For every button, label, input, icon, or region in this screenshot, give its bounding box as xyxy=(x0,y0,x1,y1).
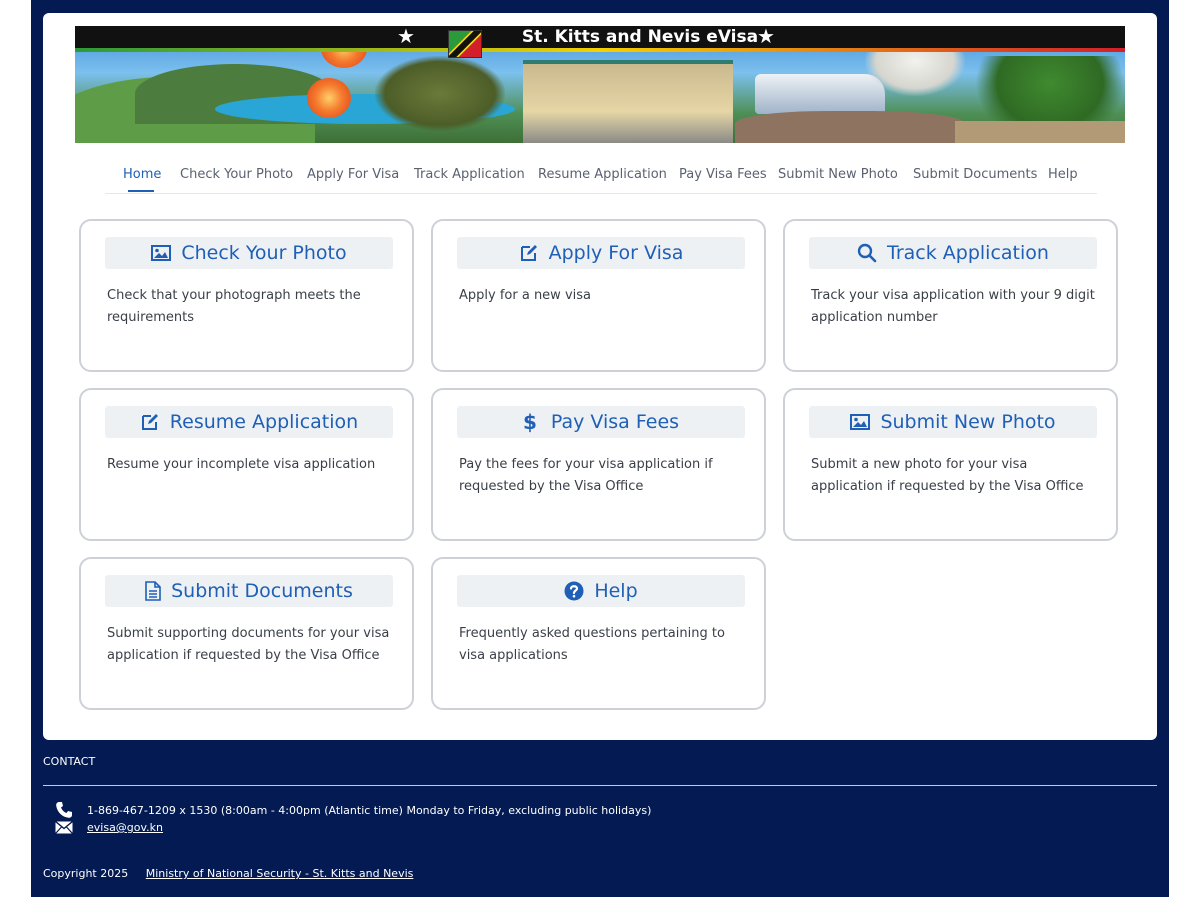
card-description: Submit supporting documents for your vis… xyxy=(107,626,390,663)
banner-rocks xyxy=(735,111,965,143)
card-title-bar[interactable]: $ Pay Visa Fees xyxy=(457,406,745,438)
card-help[interactable]: Help Frequently asked questions pertaini… xyxy=(431,557,766,710)
image-icon xyxy=(151,245,172,261)
contact-heading: CONTACT xyxy=(43,755,96,768)
nav-home[interactable]: Home xyxy=(123,167,161,182)
card-description: Pay the fees for your visa application i… xyxy=(459,457,713,494)
envelope-icon xyxy=(55,821,79,834)
card-title: Submit Documents xyxy=(171,580,353,602)
card-track-application[interactable]: Track Application Track your visa applic… xyxy=(783,219,1118,372)
phone-text: 1-869-467-1209 x 1530 (8:00am - 4:00pm (… xyxy=(87,803,652,817)
card-resume-application[interactable]: Resume Application Resume your incomplet… xyxy=(79,388,414,541)
banner-flower xyxy=(307,78,351,118)
edit-icon xyxy=(140,412,160,432)
copyright-text: Copyright 2025 xyxy=(43,867,129,880)
nav-help[interactable]: Help xyxy=(1048,167,1078,182)
nav-track-application[interactable]: Track Application xyxy=(414,167,525,182)
help-icon xyxy=(564,581,584,601)
nav-check-your-photo[interactable]: Check Your Photo xyxy=(180,167,293,182)
card-description: Frequently asked questions pertaining to… xyxy=(459,626,725,663)
card-title: Help xyxy=(594,580,638,602)
card-submit-new-photo[interactable]: Submit New Photo Submit a new photo for … xyxy=(783,388,1118,541)
card-title-bar[interactable]: Submit New Photo xyxy=(809,406,1097,438)
card-submit-documents[interactable]: Submit Documents Submit supporting docum… xyxy=(79,557,414,710)
nav-pay-visa-fees[interactable]: Pay Visa Fees xyxy=(679,167,767,182)
ministry-link[interactable]: Ministry of National Security - St. Kitt… xyxy=(146,867,414,880)
card-title-bar[interactable]: Track Application xyxy=(809,237,1097,269)
header-banner: ★ ★ St. Kitts and Nevis eVisa xyxy=(75,26,1125,143)
card-apply-for-visa[interactable]: Apply For Visa Apply for a new visa xyxy=(431,219,766,372)
copyright-line: Copyright 2025 Ministry of National Secu… xyxy=(43,867,413,880)
card-description: Track your visa application with your 9 … xyxy=(811,288,1095,325)
contact-phone: 1-869-467-1209 x 1530 (8:00am - 4:00pm (… xyxy=(55,801,651,819)
card-title-bar[interactable]: Apply For Visa xyxy=(457,237,745,269)
contact-email: evisa@gov.kn xyxy=(55,821,163,834)
card-title: Submit New Photo xyxy=(880,411,1056,433)
search-icon xyxy=(857,243,877,263)
banner-beach xyxy=(955,121,1125,143)
card-title: Check Your Photo xyxy=(181,242,347,264)
phone-icon xyxy=(55,801,79,819)
document-icon xyxy=(145,581,161,601)
nav-submit-new-photo[interactable]: Submit New Photo xyxy=(778,167,898,182)
card-description: Apply for a new visa xyxy=(459,288,591,303)
banner-turtle xyxy=(375,56,505,131)
edit-icon xyxy=(519,243,539,263)
card-title-bar[interactable]: Help xyxy=(457,575,745,607)
card-description: Resume your incomplete visa application xyxy=(107,457,376,472)
main-panel: ★ ★ St. Kitts and Nevis eVisa Home Check… xyxy=(43,13,1157,740)
card-description: Submit a new photo for your visa applica… xyxy=(811,457,1084,494)
card-check-your-photo[interactable]: Check Your Photo Check that your photogr… xyxy=(79,219,414,372)
card-title-bar[interactable]: Resume Application xyxy=(105,406,393,438)
nav-submit-documents[interactable]: Submit Documents xyxy=(913,167,1037,182)
banner-building xyxy=(523,64,733,143)
nav-active-indicator xyxy=(128,190,154,192)
page-frame: ★ ★ St. Kitts and Nevis eVisa Home Check… xyxy=(31,0,1169,897)
card-title-bar[interactable]: Submit Documents xyxy=(105,575,393,607)
email-link[interactable]: evisa@gov.kn xyxy=(87,821,163,834)
card-title: Apply For Visa xyxy=(548,242,684,264)
card-title: Resume Application xyxy=(169,411,359,433)
nav-apply-for-visa[interactable]: Apply For Visa xyxy=(307,167,399,182)
banner-flag-stripe xyxy=(75,48,1125,52)
nav-resume-application[interactable]: Resume Application xyxy=(538,167,667,182)
card-pay-visa-fees[interactable]: $ Pay Visa Fees Pay the fees for your vi… xyxy=(431,388,766,541)
image-icon xyxy=(850,414,871,430)
card-description: Check that your photograph meets the req… xyxy=(107,288,361,325)
card-title-bar[interactable]: Check Your Photo xyxy=(105,237,393,269)
card-title: Track Application xyxy=(887,242,1049,264)
main-nav: Home Check Your Photo Apply For Visa Tra… xyxy=(105,153,1097,194)
card-title: Pay Visa Fees xyxy=(550,411,680,433)
banner-title: St. Kitts and Nevis eVisa xyxy=(521,27,759,47)
footer-divider xyxy=(43,785,1157,786)
dollar-icon: $ xyxy=(522,410,537,434)
